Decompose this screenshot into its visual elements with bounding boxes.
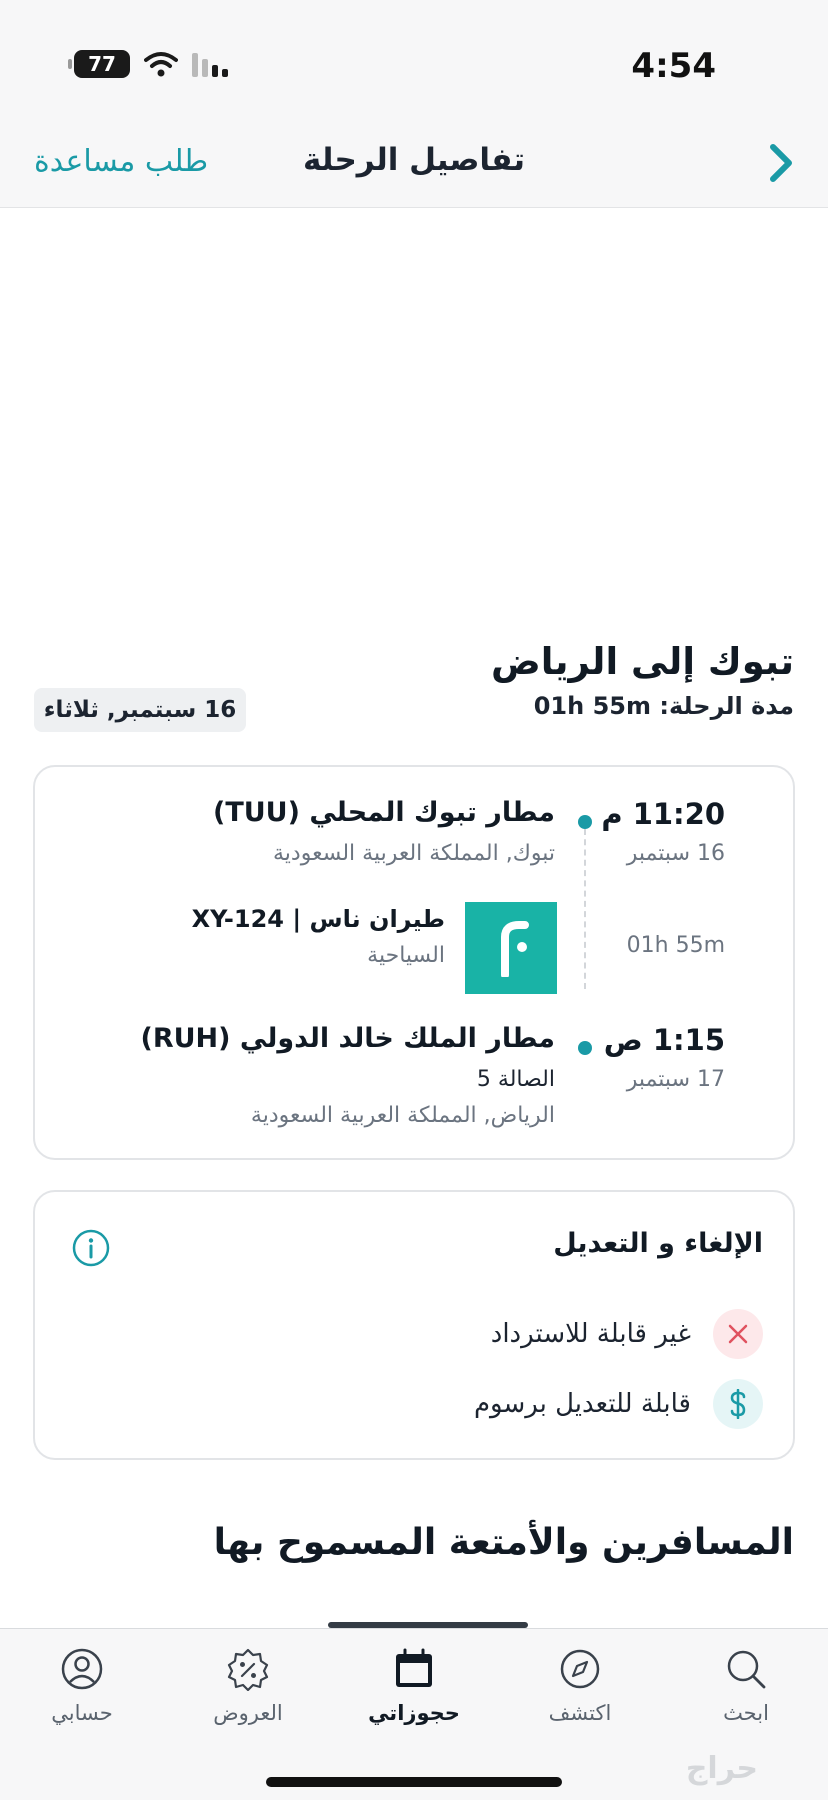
departure-dot [578, 815, 592, 829]
arrival-location: الرياض, المملكة العربية السعودية [250, 1103, 555, 1128]
flynas-logo-icon [501, 921, 529, 977]
back-button[interactable] [756, 138, 806, 188]
tab-label: العروض [213, 1701, 283, 1725]
discount-icon [227, 1648, 269, 1691]
arrival-time: 1:15 ص [603, 1023, 725, 1057]
dollar-icon [713, 1379, 763, 1429]
user-icon [61, 1648, 103, 1690]
close-icon [713, 1309, 763, 1359]
chevron-right-icon [770, 144, 792, 182]
calendar-icon [396, 1648, 432, 1687]
tab-label: حسابي [51, 1701, 113, 1725]
tab-offers[interactable]: العروض [188, 1647, 308, 1725]
trip-duration: مدة الرحلة: 01h 55m [533, 692, 794, 720]
arrival-date: 17 سبتمبر [626, 1067, 725, 1092]
tab-explore[interactable]: اكتشف [520, 1647, 640, 1725]
policy-non-refundable: غير قابلة للاسترداد [491, 1308, 763, 1360]
page-title: تفاصيل الرحلة [302, 142, 525, 178]
policy-label: غير قابلة للاسترداد [490, 1319, 691, 1349]
bottom-tab-bar: ابحث اكتشف حجوزاتي العروض حسابي حراج [0, 1628, 828, 1800]
nav-header: طلب مساعدة تفاصيل الرحلة [0, 130, 828, 208]
passengers-section-title: المسافرين والأمتعة المسموح بها [213, 1522, 794, 1563]
battery-icon: 77 [68, 50, 130, 78]
wifi-icon [144, 52, 178, 77]
cellular-signal-icon [192, 51, 228, 77]
tab-label: حجوزاتي [368, 1701, 460, 1725]
info-icon[interactable] [71, 1228, 111, 1268]
battery-level: 77 [88, 52, 116, 76]
compass-icon [560, 1649, 600, 1689]
date-chip: 16 سبتمبر, ثلاثاء [34, 688, 246, 732]
airline-flight-number: طيران ناس | XY-124 [191, 905, 445, 933]
airline-logo [465, 902, 557, 994]
route-line [584, 829, 586, 989]
departure-airport: مطار تبوك المحلي (TUU) [213, 797, 555, 828]
tab-search[interactable]: ابحث [686, 1647, 806, 1725]
arrival-terminal: الصالة 5 [476, 1067, 555, 1092]
status-bar: 77 4:54 [0, 0, 828, 130]
tab-label: اكتشف [548, 1701, 612, 1725]
policy-modifiable: قابلة للتعديل برسوم [474, 1378, 763, 1430]
departure-location: تبوك, المملكة العربية السعودية [273, 841, 555, 866]
departure-time: 11:20 م [601, 797, 725, 831]
home-indicator [266, 1777, 562, 1787]
tab-my-bookings[interactable]: حجوزاتي [354, 1647, 474, 1725]
cancellation-policy-card: الإلغاء و التعديل غير قابلة للاسترداد قا… [33, 1190, 795, 1460]
tab-label: ابحث [723, 1701, 769, 1725]
departure-date: 16 سبتمبر [626, 841, 725, 866]
status-icons: 77 [68, 50, 228, 78]
arrival-dot [578, 1041, 592, 1055]
flight-duration: 01h 55m [626, 933, 725, 958]
status-time: 4:54 [631, 46, 716, 86]
flight-details-card: 11:20 م 16 سبتمبر مطار تبوك المحلي (TUU)… [33, 765, 795, 1160]
search-icon [727, 1650, 766, 1689]
tab-account[interactable]: حسابي [22, 1647, 142, 1725]
arrival-airport: مطار الملك خالد الدولي (RUH) [140, 1023, 555, 1054]
policy-title: الإلغاء و التعديل [553, 1228, 763, 1259]
watermark: حراج [685, 1751, 758, 1786]
policy-label: قابلة للتعديل برسوم [473, 1389, 691, 1419]
cabin-class: السياحية [367, 943, 445, 968]
route-title: تبوك إلى الرياض [490, 640, 794, 683]
